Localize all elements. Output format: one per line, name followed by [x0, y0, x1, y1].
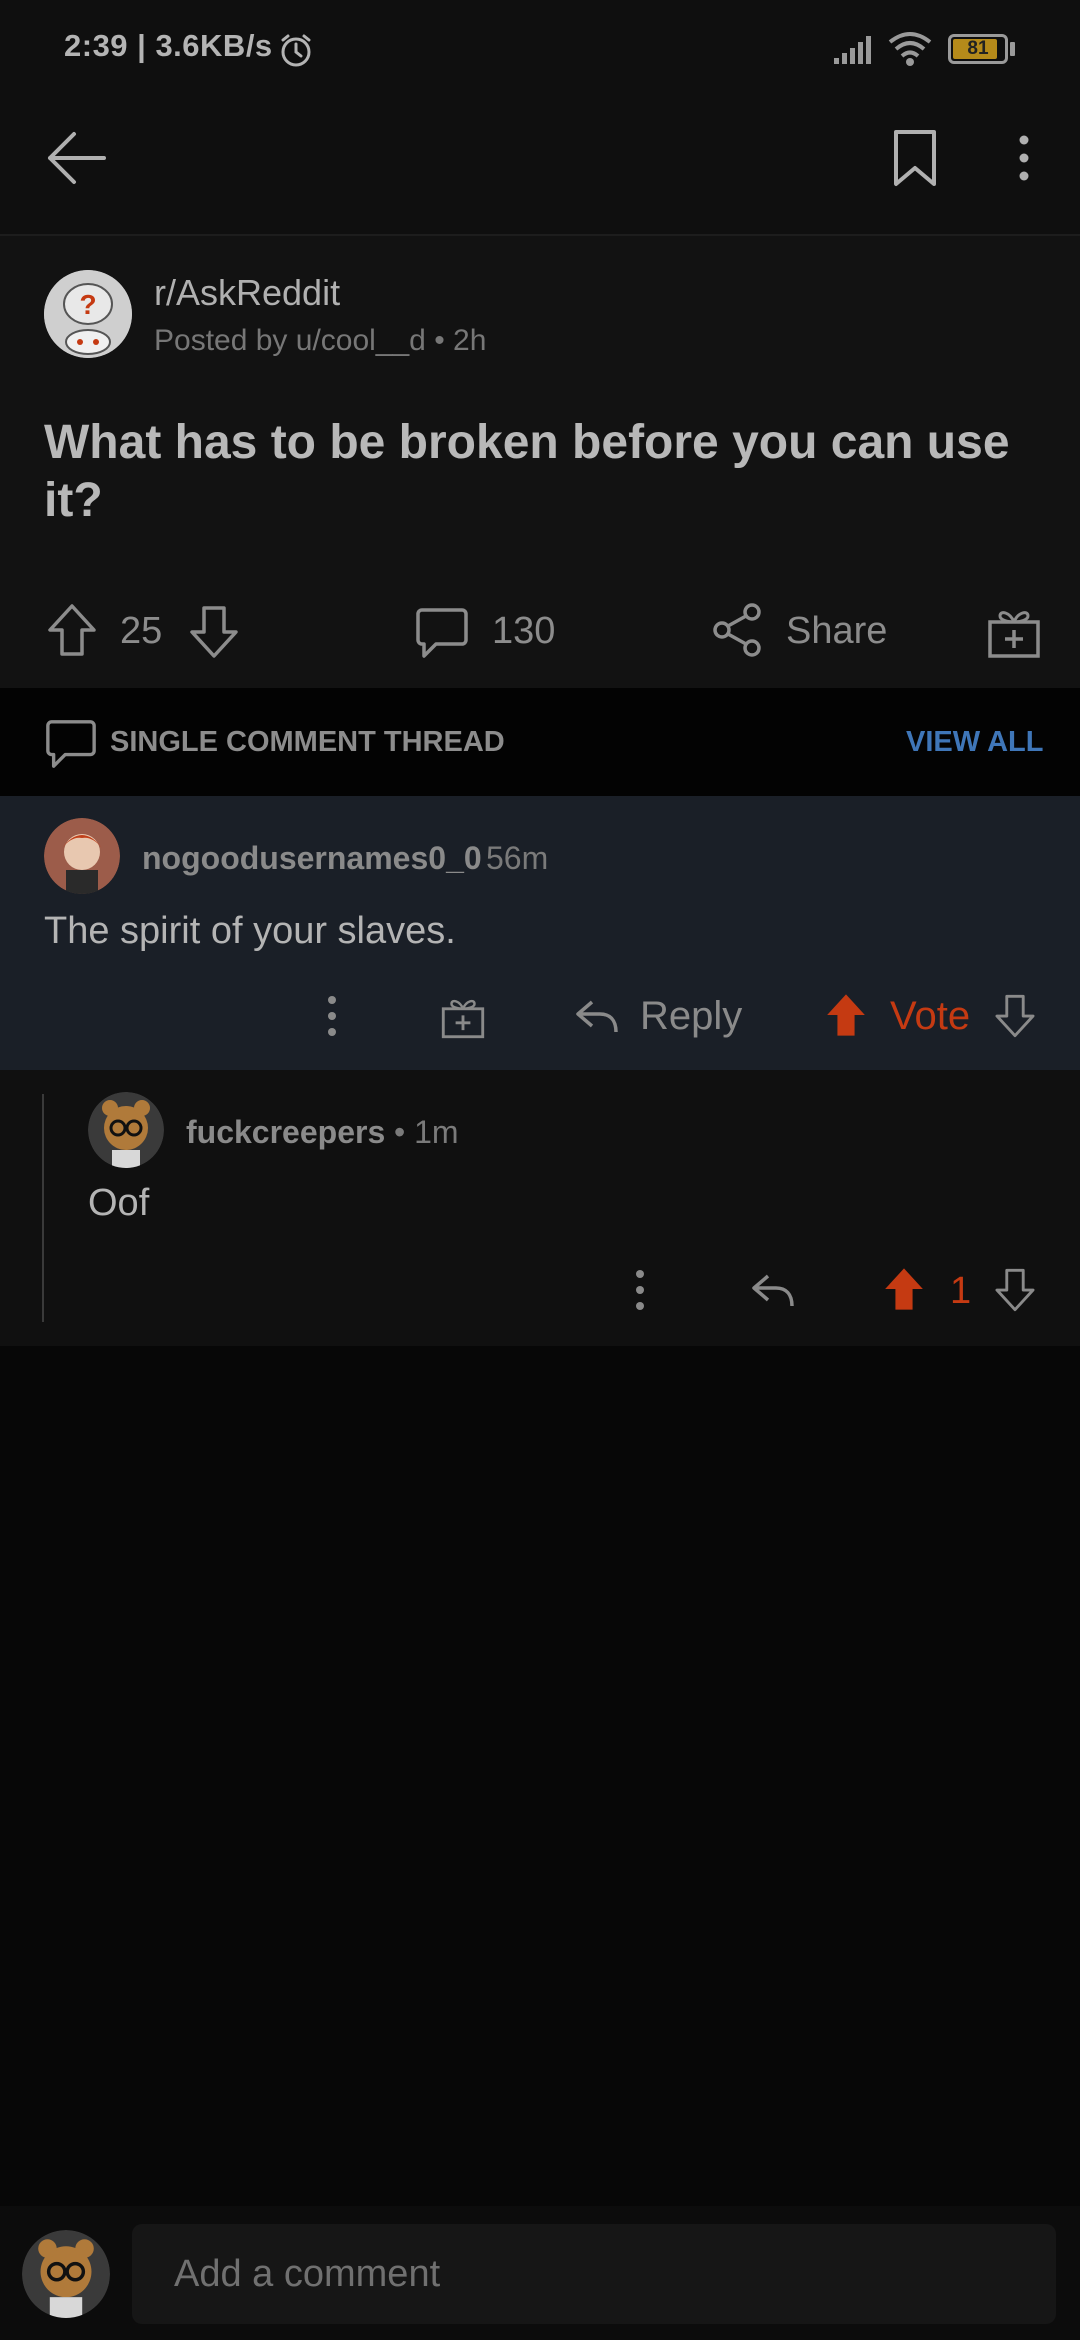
- svg-text:?: ?: [79, 289, 96, 320]
- battery-tip: [1010, 42, 1015, 56]
- battery-icon: 81: [948, 34, 1008, 64]
- comment-upvote-icon[interactable]: [822, 990, 870, 1040]
- vote-label: Vote: [890, 994, 971, 1038]
- post-vote-count: 25: [120, 610, 163, 652]
- reply-button[interactable]: Reply: [640, 994, 742, 1039]
- subreddit-name[interactable]: r/AskReddit: [154, 272, 340, 314]
- reply-vote-count: 1: [950, 1270, 972, 1312]
- reply-icon[interactable]: [574, 994, 620, 1038]
- comment-award-icon[interactable]: [440, 994, 486, 1040]
- comment-body: The spirit of your slaves.: [44, 910, 456, 952]
- reply-downvote-icon[interactable]: [992, 1266, 1038, 1314]
- more-vertical-icon[interactable]: [1012, 134, 1036, 182]
- wifi-icon: [886, 30, 934, 68]
- signal-icon: [832, 34, 874, 66]
- reply-body: Oof: [88, 1182, 150, 1224]
- back-arrow-icon[interactable]: [44, 128, 108, 188]
- thread-comment-icon: [44, 716, 98, 770]
- add-comment-input[interactable]: [132, 2224, 1056, 2324]
- bookmark-icon[interactable]: [890, 128, 940, 188]
- post-upvote-icon[interactable]: [44, 602, 100, 658]
- avatar[interactable]: [44, 818, 120, 894]
- comment-time: 56m: [486, 840, 549, 876]
- reply-time: • 1m: [394, 1114, 459, 1150]
- thread-label: SINGLE COMMENT THREAD: [110, 726, 505, 758]
- thread-indent-line[interactable]: [42, 1094, 44, 1322]
- reply-reply-icon[interactable]: [750, 1268, 796, 1312]
- subreddit-avatar[interactable]: ?: [44, 270, 132, 358]
- view-all-link[interactable]: VIEW ALL: [906, 726, 1043, 759]
- award-icon[interactable]: [986, 604, 1042, 660]
- post-downvote-icon[interactable]: [186, 604, 242, 660]
- comment-username[interactable]: nogoodusernames0_0: [142, 840, 482, 877]
- reply-more-icon[interactable]: [628, 1268, 652, 1312]
- reply-upvote-icon[interactable]: [880, 1264, 928, 1314]
- post-comment-count[interactable]: 130: [492, 610, 555, 653]
- comment-icon[interactable]: [414, 604, 470, 660]
- post-title: What has to be broken before you can use…: [44, 416, 1010, 527]
- battery-level: 81: [967, 38, 989, 59]
- comment-downvote-icon[interactable]: [992, 992, 1038, 1040]
- share-button[interactable]: Share: [786, 610, 887, 653]
- alarm-icon: [278, 32, 314, 68]
- reply-username[interactable]: fuckcreepers: [186, 1114, 385, 1151]
- share-icon[interactable]: [710, 602, 766, 658]
- status-time-speed: 2:39 | 3.6KB/s: [64, 28, 273, 63]
- post-meta[interactable]: Posted by u/cool__d • 2h: [154, 324, 486, 358]
- user-avatar[interactable]: [22, 2230, 110, 2318]
- comment-more-icon[interactable]: [320, 994, 344, 1038]
- reply-avatar[interactable]: [88, 1092, 164, 1168]
